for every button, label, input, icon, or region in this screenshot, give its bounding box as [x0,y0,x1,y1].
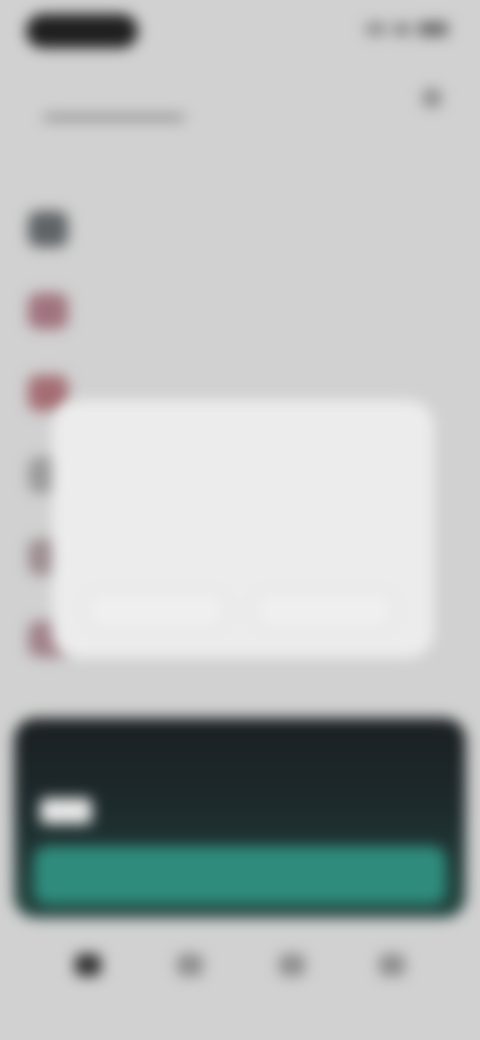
status-bar [0,0,480,64]
more-icon[interactable] [422,88,442,108]
explore-icon [177,954,203,976]
tab-row [0,76,480,120]
signal-icon [366,23,386,35]
profile-icon [379,954,405,976]
nav-item-library[interactable] [262,954,322,1010]
item-thumbnail [28,211,68,247]
promo-cta-button[interactable] [34,846,446,904]
active-tab-indicator [44,116,184,119]
list-item[interactable] [0,195,480,277]
modal-dialog [52,400,434,658]
battery-icon [418,22,448,36]
dialog-primary-button[interactable] [250,588,398,632]
nav-item-home[interactable] [58,954,118,1010]
item-thumbnail [28,293,68,329]
promo-card [14,718,466,918]
dialog-secondary-button[interactable] [82,588,230,632]
nav-item-profile[interactable] [362,954,422,1010]
library-icon [279,954,305,976]
status-time [26,14,138,48]
promo-badge [40,798,92,824]
status-icons [366,22,448,36]
list-item[interactable] [0,277,480,359]
bottom-nav [0,940,480,1020]
wifi-icon [394,23,410,35]
home-icon [75,954,101,976]
nav-item-explore[interactable] [160,954,220,1010]
